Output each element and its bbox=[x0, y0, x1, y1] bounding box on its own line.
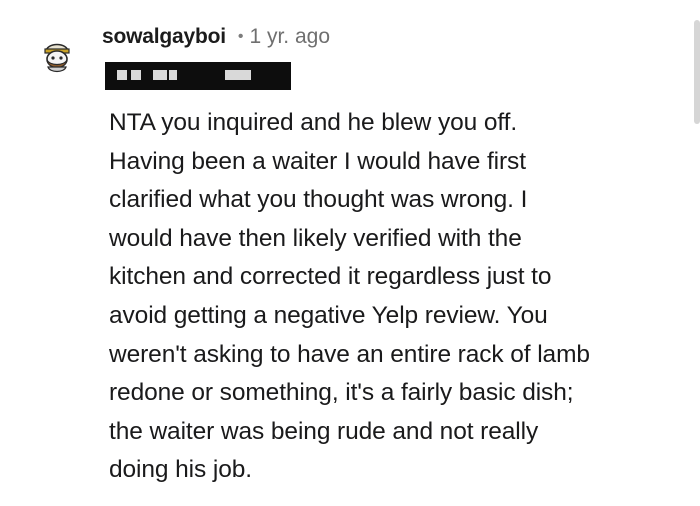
scrollbar[interactable] bbox=[694, 20, 700, 124]
comment-header: sowalgayboi • 1 yr. ago bbox=[102, 22, 330, 52]
user-avatar[interactable] bbox=[38, 36, 76, 74]
redaction-block bbox=[117, 70, 127, 80]
comment-timestamp[interactable]: 1 yr. ago bbox=[249, 25, 330, 49]
redaction-block bbox=[225, 70, 251, 80]
username-link[interactable]: sowalgayboi bbox=[102, 25, 226, 49]
snoo-avatar-icon bbox=[44, 43, 70, 73]
redaction-block bbox=[153, 70, 167, 80]
redacted-flair bbox=[105, 62, 291, 90]
meta-separator: • bbox=[237, 28, 244, 45]
comment-body: NTA you inquired and he blew you off. Ha… bbox=[109, 109, 590, 484]
comment: sowalgayboi • 1 yr. ago NTA you inquired… bbox=[0, 0, 690, 506]
redaction-block bbox=[169, 70, 177, 80]
redaction-block bbox=[131, 70, 141, 80]
